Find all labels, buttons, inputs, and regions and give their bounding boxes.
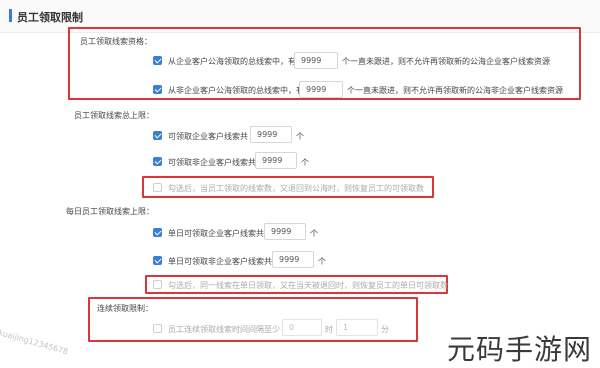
header-accent-bar bbox=[9, 9, 12, 22]
qualification-rule1-input[interactable]: 9999 bbox=[294, 52, 338, 69]
qualification-rule2-input[interactable]: 9999 bbox=[299, 81, 343, 98]
total-limit-rule1-input[interactable]: 9999 bbox=[250, 126, 292, 143]
consecutive-seconds-input[interactable]: 1 bbox=[336, 319, 378, 336]
qualification-rule2-checkbox[interactable] bbox=[153, 85, 162, 94]
qualification-rule2-suffix: 个一直未跟进，则不允许再领取新的公海非企业客户线索资源 bbox=[347, 86, 563, 95]
qualification-title: 员工领取线索资格： bbox=[80, 37, 152, 46]
daily-limit-rule1-label: 单日可领取企业客户线索共 bbox=[168, 229, 264, 238]
total-limit-rule2-input[interactable]: 9999 bbox=[255, 152, 297, 169]
consecutive-checkbox[interactable] bbox=[153, 324, 162, 333]
brand-watermark: 元码手游网 bbox=[447, 333, 593, 366]
daily-limit-rule1-input[interactable]: 9999 bbox=[264, 223, 306, 240]
daily-restore-checkbox[interactable] bbox=[153, 280, 162, 289]
total-limit-rule2-unit: 个 bbox=[301, 158, 309, 167]
consecutive-minutes-input[interactable]: 0 bbox=[282, 319, 322, 336]
daily-limit-title: 每日员工领取线索上限： bbox=[66, 207, 154, 216]
daily-limit-rule2-label: 单日可领取非企业客户线索共 bbox=[168, 257, 272, 266]
total-limit-title: 员工领取线索总上限： bbox=[74, 111, 154, 120]
qualification-rule1-suffix: 个一直未跟进，则不允许再领取新的公海企业客户线索资源 bbox=[342, 57, 550, 66]
total-restore-checkbox[interactable] bbox=[153, 183, 162, 192]
watermark-text: kuaijing12345678 bbox=[0, 328, 70, 357]
daily-limit-rule2-unit: 个 bbox=[318, 257, 326, 266]
daily-restore-label: 勾选后，同一线索在单日领取，又在当天被退回时，则恢复员工的单日可领取数 bbox=[168, 281, 448, 290]
total-limit-rule1-unit: 个 bbox=[296, 132, 304, 141]
qualification-rule1-checkbox[interactable] bbox=[153, 56, 162, 65]
total-limit-rule2-checkbox[interactable] bbox=[153, 157, 162, 166]
daily-limit-rule1-unit: 个 bbox=[310, 229, 318, 238]
total-limit-rule1-checkbox[interactable] bbox=[153, 131, 162, 140]
total-limit-rule2-label: 可领取非企业客户线索共 bbox=[168, 158, 256, 167]
consecutive-title: 连续领取限制： bbox=[97, 304, 153, 313]
daily-limit-rule2-input[interactable]: 9999 bbox=[272, 251, 314, 268]
consecutive-minutes-unit: 时 bbox=[325, 325, 333, 334]
total-limit-rule1-label: 可领取企业客户线索共 bbox=[168, 132, 248, 141]
qualification-rule1-label: 从企业客户公海领取的总线索中，有 bbox=[168, 57, 296, 66]
section-title: 员工领取限制 bbox=[17, 11, 83, 24]
consecutive-seconds-unit: 分 bbox=[381, 325, 389, 334]
consecutive-label: 员工连续领取线索时间间隔至少 bbox=[168, 325, 280, 334]
qualification-rule2-label: 从非企业客户公海领取的总线索中，有 bbox=[168, 86, 304, 95]
daily-limit-rule1-checkbox[interactable] bbox=[153, 228, 162, 237]
daily-limit-rule2-checkbox[interactable] bbox=[153, 256, 162, 265]
total-restore-label: 勾选后，当员工领取的线索数，又退回到公海时，则恢复员工的可领取数 bbox=[168, 184, 424, 193]
